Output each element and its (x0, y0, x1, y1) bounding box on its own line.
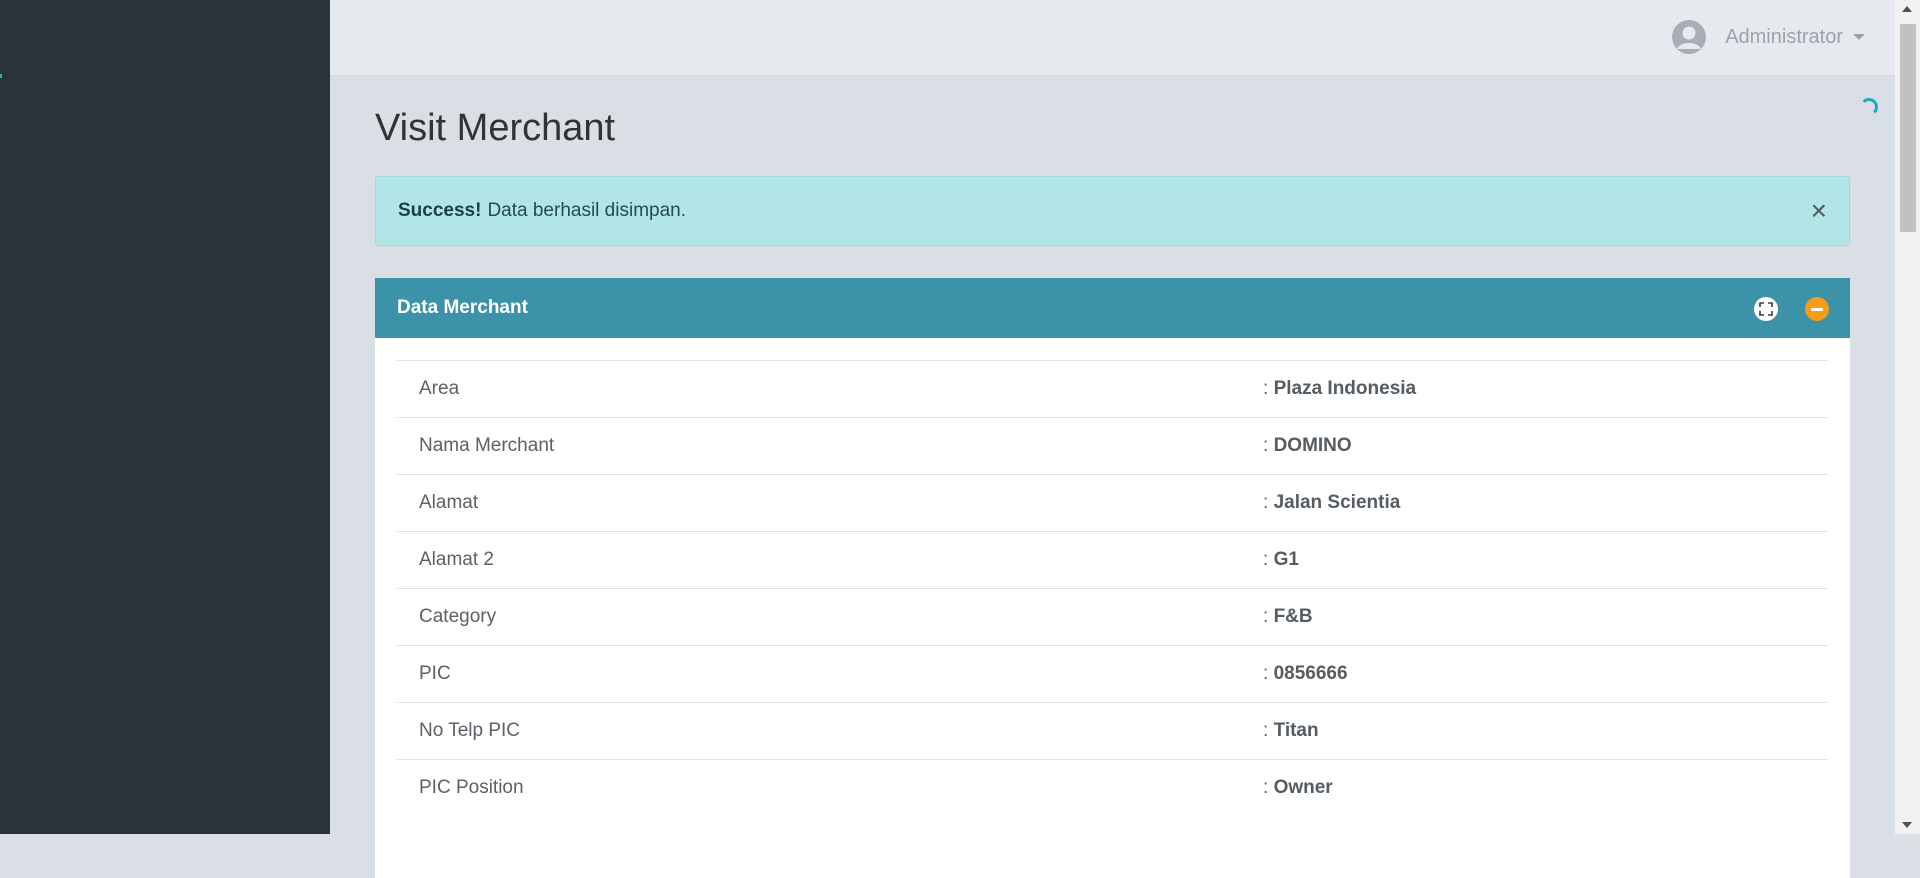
sidebar (0, 0, 330, 834)
merchant-panel: Data Merchant Area: Plaza Indonesia Nama … (375, 278, 1850, 878)
alert-message: Data berhasil disimpan. (487, 200, 686, 221)
page-title: Visit Merchant (375, 107, 616, 149)
row-label: Category (397, 588, 1241, 646)
table-row: PIC: 0856666 (397, 645, 1828, 703)
row-value-text: DOMINO (1273, 435, 1352, 456)
row-value: : F&B (1241, 588, 1828, 646)
collapse-icon[interactable] (1805, 297, 1829, 321)
row-value: : 0856666 (1241, 645, 1828, 703)
row-value-prefix: : (1263, 606, 1274, 627)
user-avatar-icon (1671, 19, 1707, 55)
scrollbar-thumb[interactable] (1900, 24, 1916, 232)
table-row: Area: Plaza Indonesia (397, 360, 1828, 418)
expand-icon[interactable] (1754, 297, 1778, 321)
merchant-table: Area: Plaza Indonesia Nama Merchant: DOMI… (397, 360, 1828, 816)
row-label: PIC (397, 645, 1241, 703)
row-value-prefix: : (1263, 549, 1274, 570)
user-name: Administrator (1725, 25, 1843, 48)
row-value-prefix: : (1263, 720, 1274, 741)
table-row: Alamat 2: G1 (397, 531, 1828, 589)
alert-strong: Success! (398, 200, 482, 221)
row-value-text: Owner (1273, 777, 1333, 798)
row-value-prefix: : (1263, 663, 1274, 684)
row-value-text: G1 (1273, 549, 1299, 570)
row-value: : Owner (1241, 759, 1828, 816)
table-row: PIC Position: Owner (397, 759, 1828, 816)
table-row: Nama Merchant: DOMINO (397, 417, 1828, 475)
caret-down-icon (1853, 34, 1865, 40)
scroll-down-icon[interactable] (1902, 822, 1912, 828)
sidebar-active-indicator (0, 74, 2, 78)
row-label: Alamat 2 (397, 531, 1241, 589)
row-label: No Telp PIC (397, 702, 1241, 760)
merchant-table-wrap: Area: Plaza Indonesia Nama Merchant: DOMI… (397, 360, 1828, 816)
row-value-prefix: : (1263, 435, 1274, 456)
scroll-up-icon[interactable] (1902, 6, 1912, 12)
table-row: Category: F&B (397, 588, 1828, 646)
row-value-prefix: : (1263, 777, 1274, 798)
row-value-prefix: : (1263, 492, 1274, 513)
minus-icon (1811, 307, 1823, 311)
scrollbar[interactable] (1895, 0, 1920, 834)
row-value-text: F&B (1273, 606, 1313, 627)
row-label: Area (397, 360, 1241, 418)
row-value: : DOMINO (1241, 417, 1828, 475)
row-value: : Jalan Scientia (1241, 474, 1828, 532)
row-value-text: Plaza Indonesia (1273, 378, 1417, 399)
row-value: : G1 (1241, 531, 1828, 589)
row-value: : Plaza Indonesia (1241, 360, 1828, 418)
row-value-prefix: : (1263, 378, 1274, 399)
top-navbar: Administrator (330, 0, 1895, 76)
row-label: Alamat (397, 474, 1241, 532)
panel-header: Data Merchant (375, 278, 1850, 338)
row-value-text: Jalan Scientia (1273, 492, 1401, 513)
close-icon[interactable]: × (1811, 197, 1827, 225)
row-value-text: Titan (1273, 720, 1319, 741)
row-label: PIC Position (397, 759, 1241, 816)
row-value: : Titan (1241, 702, 1828, 760)
row-label: Nama Merchant (397, 417, 1241, 475)
table-row: Alamat: Jalan Scientia (397, 474, 1828, 532)
row-value-text: 0856666 (1273, 663, 1348, 684)
table-row: No Telp PIC: Titan (397, 702, 1828, 760)
panel-title: Data Merchant (397, 297, 528, 318)
loading-spinner-icon (1860, 98, 1878, 116)
success-alert: Success! Data berhasil disimpan. × (375, 176, 1850, 246)
user-menu[interactable]: Administrator (1671, 19, 1865, 55)
